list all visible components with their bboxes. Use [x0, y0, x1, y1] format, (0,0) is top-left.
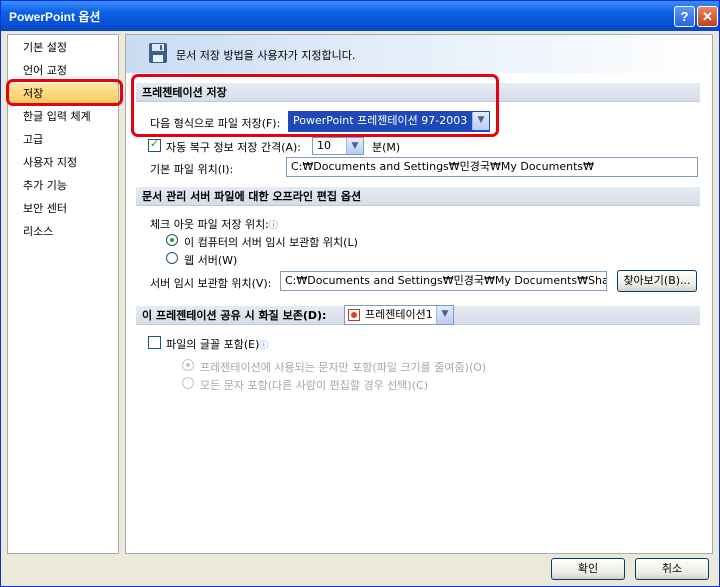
autorecover-spinner[interactable]: 10 ▼ [312, 137, 364, 155]
category-nav: 기본 설정 언어 교정 저장 한글 입력 체계 고급 사용자 지정 추가 기능 … [7, 34, 119, 554]
autorecover-label: 자동 복구 정보 저장 간격(A): [166, 141, 301, 154]
radio-embed-all-chars[interactable] [182, 377, 194, 389]
radio-web-server[interactable] [166, 252, 178, 264]
highlight-box-nav [6, 79, 123, 106]
options-dialog: PowerPoint 옵션 ? ✕ 기본 설정 언어 교정 저장 한글 입력 체… [0, 0, 720, 587]
embed-used-chars-label: 프레젠테이션에 사용되는 문자만 포함(파일 크기를 줄여줌)(O) [200, 361, 487, 374]
nav-item-customize[interactable]: 사용자 지정 [9, 152, 118, 174]
autorecover-value: 10 [317, 139, 331, 152]
nav-item-trust-center[interactable]: 보안 센터 [9, 198, 118, 220]
nav-item-korean-ime[interactable]: 한글 입력 체계 [9, 106, 118, 128]
option-local-label: 이 컴퓨터의 서버 임시 보관함 위치(L) [184, 236, 358, 249]
nav-item-addins[interactable]: 추가 기능 [9, 175, 118, 197]
radio-local-drafts[interactable] [166, 234, 178, 246]
nav-item-basic[interactable]: 기본 설정 [9, 37, 118, 59]
browse-button[interactable]: 찾아보기(B)... [617, 270, 697, 292]
embed-fonts-text: 파일의 글꼴 포함(E) [166, 338, 260, 351]
banner: 문서 저장 방법을 사용자가 지정합니다. [126, 35, 712, 73]
offline-section-header: 문서 관리 서버 파일에 대한 오프라인 편집 옵션 [136, 187, 700, 206]
autorecover-checkbox[interactable] [148, 137, 161, 152]
chevron-down-icon[interactable]: ▼ [436, 306, 453, 324]
drafts-location-label: 서버 임시 보관함 위치(V): [150, 277, 272, 290]
checkout-label-text: 체크 아웃 파일 저장 위치: [150, 218, 269, 231]
drafts-location-input[interactable]: C:₩Documents and Settings₩민경국₩My Documen… [280, 271, 607, 291]
info-icon: ⓘ [259, 341, 269, 351]
cancel-button[interactable]: 취소 [635, 558, 709, 580]
embed-all-chars-label: 모든 문자 포함(다른 사람이 편집할 경우 선택)(C) [200, 379, 428, 392]
title-bar[interactable]: PowerPoint 옵션 ? ✕ [1, 1, 719, 31]
spinner-icon[interactable]: ▼ [346, 138, 363, 154]
ok-button[interactable]: 확인 [551, 558, 625, 580]
banner-text: 문서 저장 방법을 사용자가 지정합니다. [176, 49, 356, 62]
nav-item-resources[interactable]: 리소스 [9, 221, 118, 243]
help-icon[interactable]: ? [674, 6, 695, 27]
info-icon: ⓘ [268, 221, 278, 231]
default-location-input[interactable]: C:₩Documents and Settings₩민경국₩My Documen… [286, 157, 698, 177]
highlight-box-save-format [131, 74, 499, 137]
radio-embed-used-chars[interactable] [182, 359, 194, 371]
embed-fonts-label: 파일의 글꼴 포함(E)ⓘ [166, 336, 268, 352]
floppy-disk-icon [149, 43, 167, 63]
checkout-label: 체크 아웃 파일 저장 위치:ⓘ [150, 216, 278, 232]
close-icon[interactable]: ✕ [697, 6, 718, 27]
presentation-dropdown[interactable]: 프레젠테이션1 ▼ [344, 305, 454, 325]
default-location-label: 기본 파일 위치(I): [150, 163, 234, 176]
option-web-label: 웹 서버(W) [184, 254, 238, 267]
presentation-icon [348, 309, 360, 321]
presentation-value: 프레젠테이션1 [365, 308, 433, 321]
window-title: PowerPoint 옵션 [9, 10, 101, 24]
embed-fonts-checkbox[interactable] [148, 336, 161, 349]
autorecover-unit: 분(M) [372, 141, 401, 154]
nav-item-advanced[interactable]: 고급 [9, 129, 118, 151]
